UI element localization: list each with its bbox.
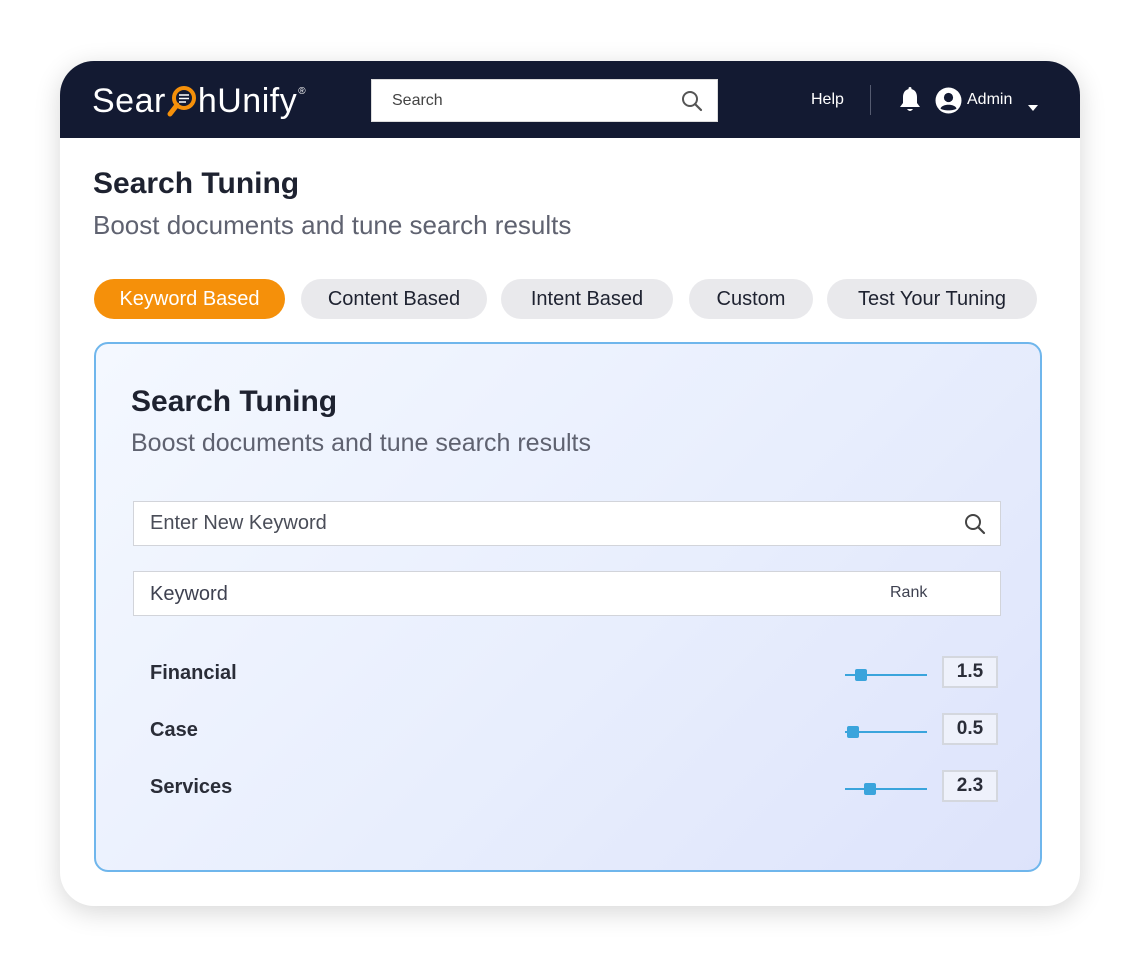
rank-value[interactable]: 0.5 [942, 713, 998, 745]
tab-keyword-based[interactable]: Keyword Based [94, 279, 285, 319]
global-search [371, 79, 718, 122]
slider-thumb[interactable] [847, 726, 860, 738]
caret-down-icon[interactable] [1028, 98, 1038, 111]
search-icon[interactable] [681, 90, 703, 112]
slider-thumb[interactable] [855, 669, 868, 681]
rank-slider[interactable] [845, 780, 927, 798]
keyword-table-header: Keyword Rank [133, 571, 1001, 616]
keyword-label: Services [150, 776, 233, 798]
table-row: Case 0.5 [133, 713, 1001, 749]
table-row: Financial 1.5 [133, 656, 1001, 692]
keyword-label: Financial [150, 662, 237, 684]
header-divider [870, 85, 871, 115]
rank-slider[interactable] [845, 666, 927, 684]
bell-icon[interactable] [898, 87, 922, 114]
global-search-input[interactable] [372, 80, 672, 121]
card-subtitle: Boost documents and tune search results [131, 429, 591, 457]
rank-slider[interactable] [845, 723, 927, 741]
help-link[interactable]: Help [811, 91, 844, 109]
page-subtitle: Boost documents and tune search results [93, 210, 572, 240]
magnifier-logo-icon [167, 83, 197, 119]
new-keyword-input[interactable] [134, 502, 944, 545]
user-menu-label[interactable]: Admin [967, 91, 1012, 109]
tab-custom[interactable]: Custom [689, 279, 813, 319]
slider-thumb[interactable] [863, 783, 876, 795]
app-window: Sear hUnify ® Help [60, 61, 1080, 906]
tab-test-your-tuning[interactable]: Test Your Tuning [827, 279, 1037, 319]
search-icon[interactable] [964, 513, 986, 535]
registered-mark: ® [298, 85, 307, 97]
tab-intent-based[interactable]: Intent Based [501, 279, 673, 319]
card-title: Search Tuning [131, 385, 338, 418]
logo[interactable]: Sear hUnify ® [92, 81, 306, 121]
rank-value[interactable]: 2.3 [942, 770, 998, 802]
keyword-label: Case [150, 719, 198, 741]
logo-text-right: hUnify [197, 81, 298, 120]
column-header-rank: Rank [890, 584, 928, 601]
user-avatar-icon[interactable] [935, 87, 962, 114]
table-row: Services 2.3 [133, 770, 1001, 806]
column-header-keyword: Keyword [150, 583, 228, 605]
tuning-card: Search Tuning Boost documents and tune s… [94, 342, 1042, 872]
keyword-search [133, 501, 1001, 546]
rank-value[interactable]: 1.5 [942, 656, 998, 688]
page-title: Search Tuning [93, 167, 300, 200]
top-bar: Sear hUnify ® Help [60, 61, 1080, 138]
slider-track [845, 788, 927, 790]
tab-content-based[interactable]: Content Based [301, 279, 487, 319]
logo-text-left: Sear [92, 81, 166, 120]
